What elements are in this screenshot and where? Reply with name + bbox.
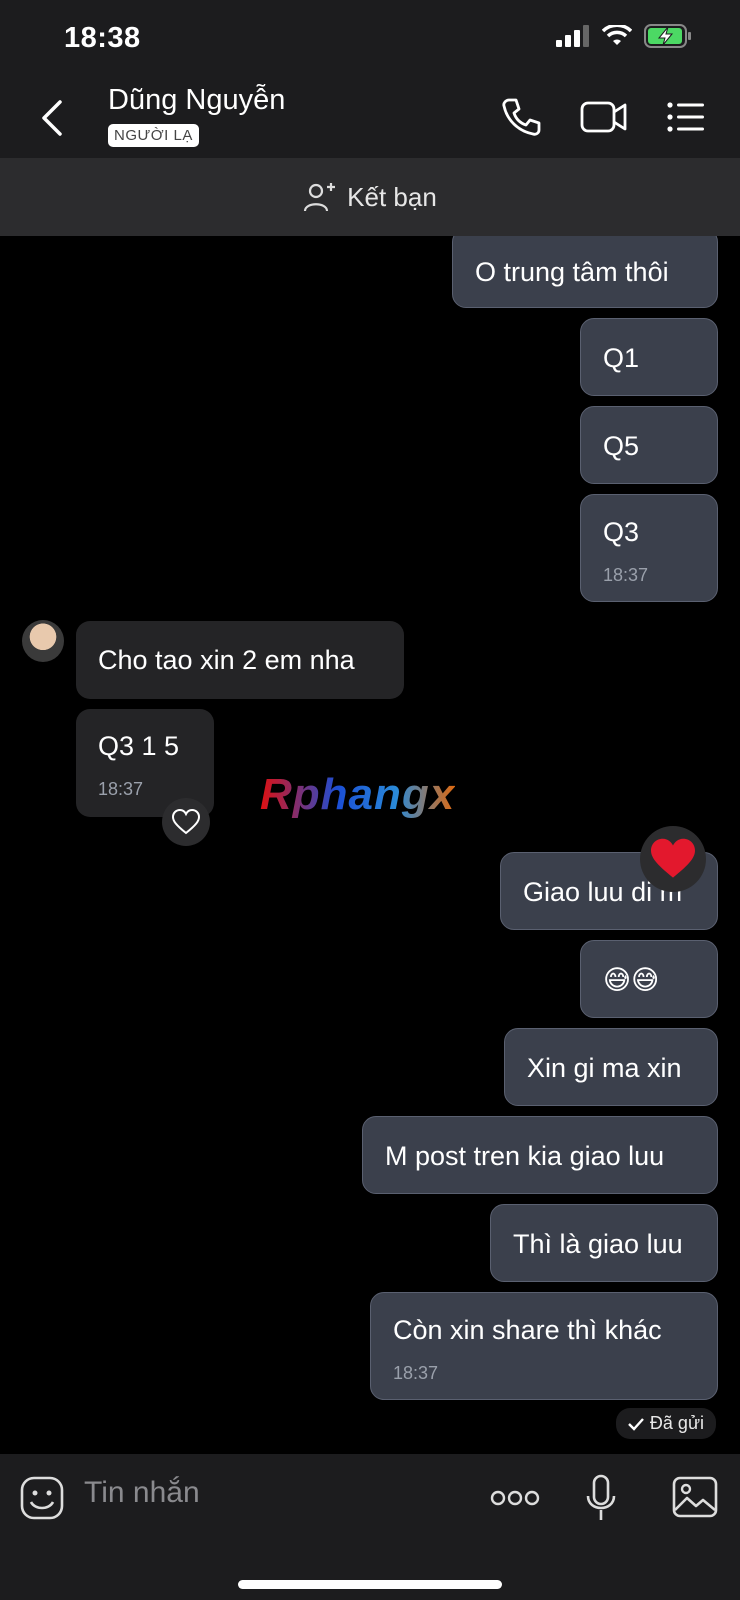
message-text: Q3 (603, 517, 640, 547)
message-text: Cho tao xin 2 em nha (98, 645, 355, 675)
message-bubble[interactable]: M post tren kia giao luu (362, 1116, 718, 1194)
message-time: 18:37 (393, 1363, 439, 1383)
add-friend-label: Kết bạn (347, 181, 437, 212)
status-bar: 18:38 (0, 0, 740, 78)
battery-charging-icon (644, 24, 691, 48)
add-friend-icon (304, 183, 336, 212)
message-time: 18:37 (98, 779, 144, 799)
message-bubble[interactable]: Q1 (580, 318, 718, 396)
message-text: O trung tâm thôi (475, 257, 669, 287)
message-bubble[interactable]: Cho tao xin 2 em nha (76, 621, 404, 699)
heart-filled-icon (651, 838, 695, 878)
message-text: 😅😅 (603, 965, 660, 995)
video-call-icon[interactable] (580, 96, 628, 138)
image-icon[interactable] (672, 1476, 718, 1518)
message-text: M post tren kia giao luu (385, 1141, 665, 1171)
chat-messages: O trung tâm thôi Q1 Q5 Q3 18:37 Cho tao … (0, 236, 740, 1454)
message-bubble[interactable]: Q3 18:37 (580, 494, 718, 602)
message-time: 18:37 (603, 565, 649, 585)
heart-reaction[interactable] (640, 826, 706, 892)
wifi-icon (602, 25, 632, 45)
message-bubble[interactable]: Q5 (580, 406, 718, 484)
message-text: Xin gi ma xin (527, 1053, 682, 1083)
sticker-icon[interactable] (20, 1476, 64, 1520)
message-text: Q3 1 5 (98, 731, 180, 761)
add-friend-bar[interactable]: Kết bạn (0, 158, 740, 236)
message-input[interactable]: Tin nhắn (84, 1476, 200, 1510)
home-indicator[interactable] (238, 1580, 502, 1589)
chat-header: Dũng Nguyễn NGƯỜI LẠ (0, 78, 740, 158)
sent-status-text: Đã gửi (649, 1413, 704, 1433)
message-text: Q5 (603, 431, 640, 461)
sent-status: Đã gửi (615, 1408, 716, 1439)
contact-name[interactable]: Dũng Nguyễn (108, 84, 285, 117)
stranger-badge: NGƯỜI LẠ (108, 124, 199, 147)
input-bar: Tin nhắn (0, 1454, 740, 1600)
status-time: 18:38 (64, 22, 141, 54)
message-bubble[interactable]: Còn xin share thì khác 18:37 (370, 1292, 718, 1400)
status-icons (556, 24, 692, 48)
watermark: Rphangx (260, 770, 456, 819)
message-bubble[interactable]: Thì là giao luu (490, 1204, 718, 1282)
message-text: Thì là giao luu (513, 1229, 683, 1259)
more-icon[interactable] (490, 1488, 540, 1508)
back-icon[interactable] (34, 96, 74, 140)
check-icon (628, 1417, 644, 1431)
message-text: Còn xin share thì khác (393, 1315, 662, 1345)
message-bubble[interactable]: O trung tâm thôi (452, 236, 718, 308)
message-bubble[interactable]: Xin gi ma xin (504, 1028, 718, 1106)
microphone-icon[interactable] (586, 1474, 616, 1522)
heart-outline-icon (172, 809, 200, 835)
message-text: Q1 (603, 343, 640, 373)
message-bubble[interactable]: 😅😅 (580, 940, 718, 1018)
menu-icon[interactable] (666, 96, 706, 138)
signal-icon (556, 25, 589, 47)
react-heart-button[interactable] (162, 798, 210, 846)
phone-icon[interactable] (500, 96, 542, 138)
contact-avatar[interactable] (22, 620, 64, 662)
